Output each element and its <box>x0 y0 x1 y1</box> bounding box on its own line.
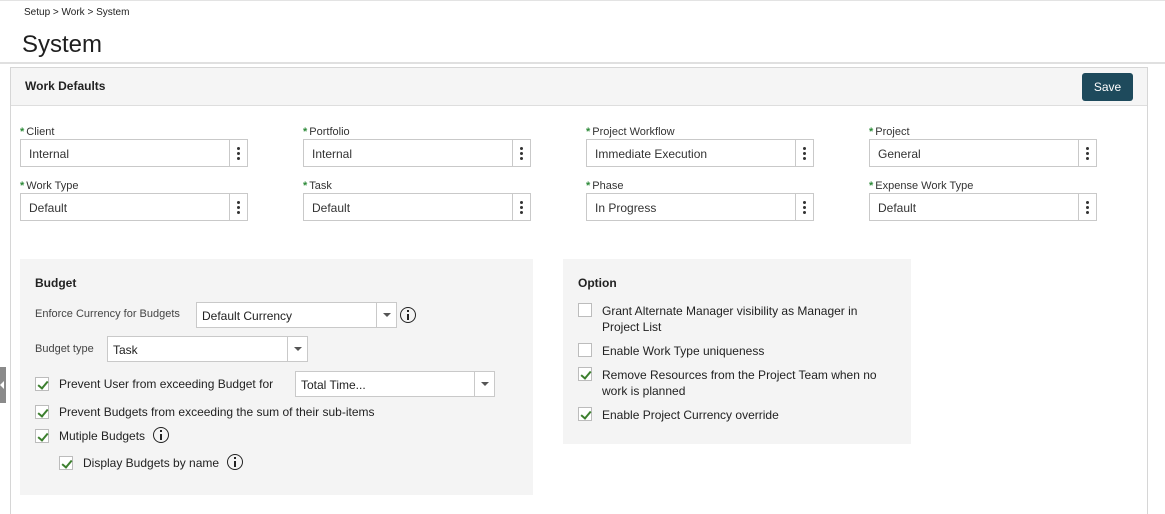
enforce-currency-select[interactable]: Default Currency <box>196 302 397 328</box>
phase-field: * Phase In Progress <box>586 179 814 221</box>
budget-type-value: Task <box>113 343 138 357</box>
project-field: * Project General <box>869 125 1097 167</box>
chevron-left-icon <box>0 381 4 389</box>
work-type-value: Default <box>29 201 68 215</box>
required-marker: * <box>869 126 874 138</box>
more-vertical-icon[interactable] <box>1078 194 1096 220</box>
required-marker: * <box>586 180 591 192</box>
expense-work-type-value: Default <box>878 201 917 215</box>
portfolio-value: Internal <box>312 147 353 161</box>
prevent-budgets-checkbox[interactable] <box>35 405 49 419</box>
portfolio-picker[interactable]: Internal <box>303 139 531 167</box>
more-vertical-icon[interactable] <box>1078 140 1096 166</box>
project-label: Project <box>875 126 910 138</box>
page-title: System <box>22 31 103 58</box>
project-value: General <box>878 147 921 161</box>
prevent-user-value: Total Time... <box>301 378 366 392</box>
portfolio-field: * Portfolio Internal <box>303 125 531 167</box>
more-vertical-icon[interactable] <box>229 140 247 166</box>
grant-alternate-manager-label: Grant Alternate Manager visibility as Ma… <box>602 304 858 334</box>
remove-resources-label: Remove Resources from the Project Team w… <box>602 368 877 398</box>
panel-title: Work Defaults <box>25 79 106 93</box>
grant-alternate-manager-checkbox[interactable] <box>578 303 592 317</box>
chevron-down-icon[interactable] <box>376 303 396 327</box>
work-type-field: * Work Type Default <box>20 179 248 221</box>
task-field: * Task Default <box>303 179 531 221</box>
required-marker: * <box>20 180 25 192</box>
budget-section: Budget Enforce Currency for Budgets Defa… <box>20 259 533 495</box>
work-type-label: Work Type <box>26 180 79 192</box>
more-vertical-icon[interactable] <box>795 140 813 166</box>
task-value: Default <box>312 201 351 215</box>
breadcrumb[interactable]: Setup > Work > System <box>24 7 129 18</box>
task-label: Task <box>309 180 332 192</box>
prevent-budgets-label: Prevent Budgets from exceeding the sum o… <box>59 405 375 419</box>
display-by-name-label: Display Budgets by name <box>83 456 220 470</box>
multiple-budgets-checkbox[interactable] <box>35 429 49 443</box>
portfolio-label: Portfolio <box>309 126 350 138</box>
client-label: Client <box>26 126 55 138</box>
more-vertical-icon[interactable] <box>512 194 530 220</box>
panel-header: Work Defaults Save <box>11 68 1147 106</box>
display-by-name-checkbox[interactable] <box>59 456 73 470</box>
expense-work-type-field: * Expense Work Type Default <box>869 179 1097 221</box>
info-icon[interactable] <box>227 454 243 470</box>
project-currency-override-checkbox[interactable] <box>578 407 592 421</box>
work-type-uniqueness-checkbox[interactable] <box>578 343 592 357</box>
more-vertical-icon[interactable] <box>512 140 530 166</box>
multiple-budgets-label: Mutiple Budgets <box>59 429 146 443</box>
more-vertical-icon[interactable] <box>229 194 247 220</box>
expense-work-type-picker[interactable]: Default <box>869 193 1097 221</box>
chevron-down-icon[interactable] <box>287 337 307 361</box>
client-field: * Client Internal <box>20 125 248 167</box>
required-marker: * <box>586 126 591 138</box>
prevent-user-label: Prevent User from exceeding Budget for <box>59 377 274 391</box>
required-marker: * <box>303 180 308 192</box>
prevent-user-select[interactable]: Total Time... <box>295 371 495 397</box>
required-marker: * <box>20 126 25 138</box>
project-picker[interactable]: General <box>869 139 1097 167</box>
budget-type-label: Budget type <box>35 343 94 355</box>
page-header: Setup > Work > System System <box>0 0 1165 64</box>
enforce-currency-label: Enforce Currency for Budgets <box>35 308 180 320</box>
budget-title: Budget <box>35 276 77 290</box>
option-section: Option Grant Alternate Manager visibilit… <box>563 259 911 444</box>
expense-work-type-label: Expense Work Type <box>875 180 974 192</box>
chevron-down-icon[interactable] <box>474 372 494 396</box>
project-workflow-picker[interactable]: Immediate Execution <box>586 139 814 167</box>
required-marker: * <box>303 126 308 138</box>
client-picker[interactable]: Internal <box>20 139 248 167</box>
required-marker: * <box>869 180 874 192</box>
work-type-picker[interactable]: Default <box>20 193 248 221</box>
work-type-uniqueness-label: Enable Work Type uniqueness <box>602 344 765 358</box>
project-workflow-field: * Project Workflow Immediate Execution <box>586 125 814 167</box>
more-vertical-icon[interactable] <box>795 194 813 220</box>
save-button[interactable]: Save <box>1082 73 1133 101</box>
prevent-user-checkbox[interactable] <box>35 377 49 391</box>
project-workflow-value: Immediate Execution <box>595 147 708 161</box>
remove-resources-checkbox[interactable] <box>578 367 592 381</box>
phase-label: Phase <box>592 180 624 192</box>
info-icon[interactable] <box>153 427 169 443</box>
sidebar-toggle-handle[interactable] <box>0 367 6 403</box>
phase-value: In Progress <box>595 201 657 215</box>
client-value: Internal <box>29 147 70 161</box>
project-currency-override-label: Enable Project Currency override <box>602 408 779 422</box>
task-picker[interactable]: Default <box>303 193 531 221</box>
phase-picker[interactable]: In Progress <box>586 193 814 221</box>
option-title: Option <box>578 276 617 290</box>
budget-type-select[interactable]: Task <box>107 336 308 362</box>
enforce-currency-value: Default Currency <box>202 309 293 323</box>
project-workflow-label: Project Workflow <box>592 126 675 138</box>
info-icon[interactable] <box>400 307 416 323</box>
